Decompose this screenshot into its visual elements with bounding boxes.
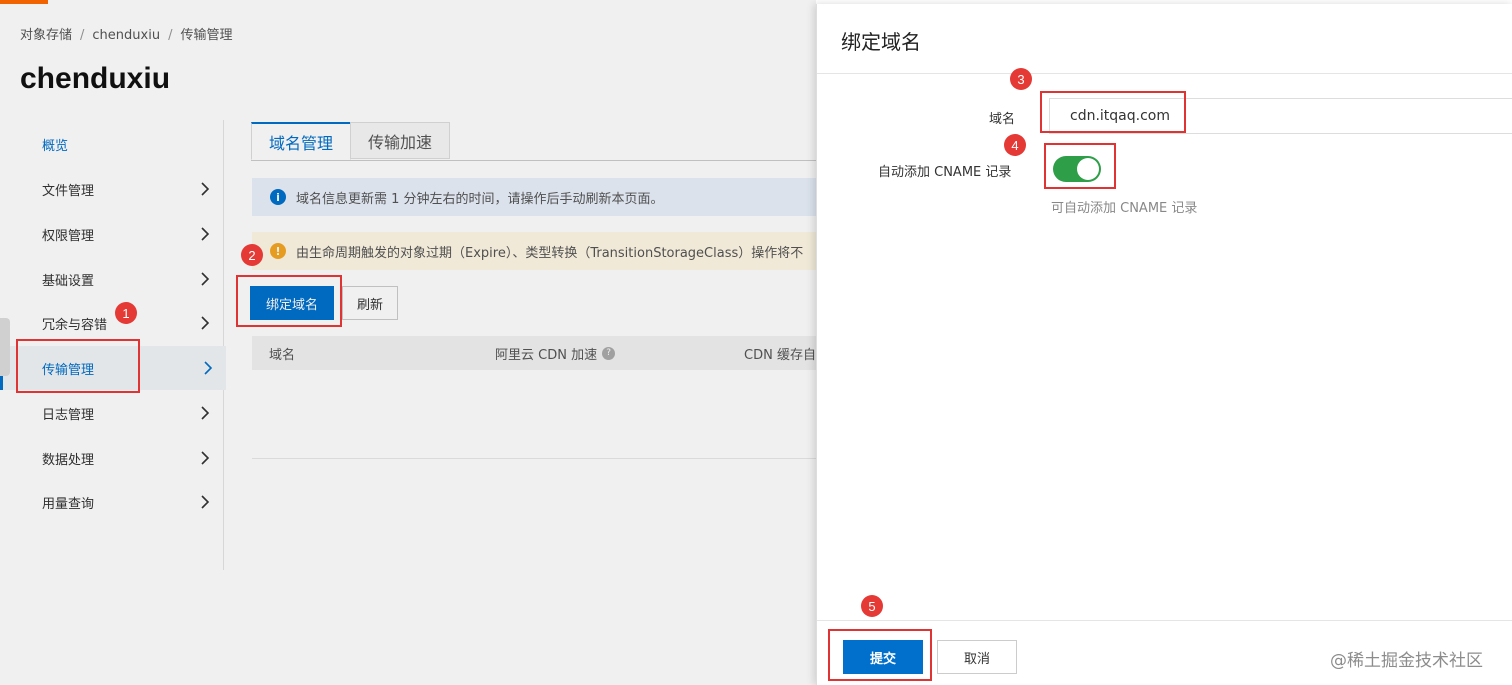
bind-domain-drawer: 绑定域名 域名 自动添加 CNAME 记录 可自动添加 CNAME 记录 提交 … [816, 4, 1512, 685]
cname-label: 自动添加 CNAME 记录 [878, 165, 1012, 180]
toggle-knob [1077, 158, 1099, 180]
step-badge-2: 2 [241, 244, 263, 266]
drawer-title: 绑定域名 [841, 30, 921, 54]
step-badge-3: 3 [1010, 68, 1032, 90]
step-badge-1: 1 [115, 302, 137, 324]
watermark: @稀土掘金技术社区 [1330, 651, 1483, 671]
cname-toggle[interactable] [1053, 156, 1101, 182]
step-badge-4: 4 [1004, 134, 1026, 156]
modal-overlay[interactable] [0, 0, 816, 685]
domain-input[interactable] [1049, 98, 1512, 134]
step-badge-5: 5 [861, 595, 883, 617]
drawer-header-divider [817, 73, 1512, 74]
cancel-button[interactable]: 取消 [937, 640, 1017, 674]
cname-help-text: 可自动添加 CNAME 记录 [1051, 201, 1198, 216]
submit-button[interactable]: 提交 [843, 640, 923, 674]
drawer-footer-divider [817, 620, 1512, 621]
domain-label: 域名 [989, 112, 1016, 127]
